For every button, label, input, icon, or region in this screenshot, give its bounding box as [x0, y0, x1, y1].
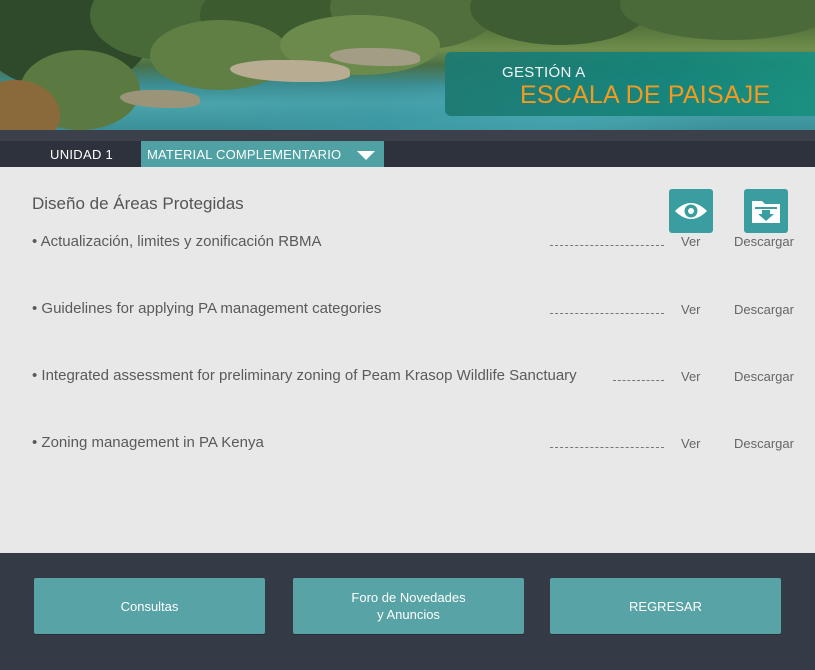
view-link[interactable]: Ver — [681, 436, 701, 451]
foro-button-label-line1: Foro de Novedades — [351, 590, 466, 605]
list-item-text: • Guidelines for applying PA management … — [32, 300, 382, 317]
leader-line — [550, 245, 664, 246]
tab-material-complementario[interactable]: MATERIAL COMPLEMENTARIO — [141, 141, 384, 167]
list-item-text: • Zoning management in PA Kenya — [32, 434, 264, 451]
download-link[interactable]: Descargar — [734, 234, 794, 249]
page-title-line2: ESCALA DE PAISAJE — [520, 81, 771, 109]
regresar-button[interactable]: REGRESAR — [550, 578, 781, 634]
tab-unidad-1[interactable]: UNIDAD 1 — [50, 147, 113, 162]
view-link[interactable]: Ver — [681, 369, 701, 384]
view-link[interactable]: Ver — [681, 302, 701, 317]
leader-line — [613, 380, 664, 381]
leader-line — [550, 313, 664, 314]
foro-button-label-line2: y Anuncios — [377, 607, 440, 622]
tab-bar-top-strip — [0, 130, 815, 141]
chevron-down-icon — [357, 151, 375, 160]
consultas-button[interactable]: Consultas — [34, 578, 265, 634]
download-link[interactable]: Descargar — [734, 302, 794, 317]
folder-download-icon[interactable] — [744, 189, 788, 233]
download-link[interactable]: Descargar — [734, 369, 794, 384]
regresar-button-label: REGRESAR — [629, 598, 702, 614]
foro-button-label: Foro de Novedades y Anuncios — [351, 589, 465, 623]
foro-novedades-button[interactable]: Foro de Novedades y Anuncios — [293, 578, 524, 634]
list-item-text: • Integrated assessment for preliminary … — [32, 367, 577, 384]
leader-line — [550, 447, 664, 448]
section-title: Diseño de Áreas Protegidas — [32, 194, 244, 213]
tab-material-label: MATERIAL COMPLEMENTARIO — [147, 147, 342, 162]
view-link[interactable]: Ver — [681, 234, 701, 249]
list-item-text: • Actualización, limites y zonificación … — [32, 233, 322, 250]
header-banner — [0, 0, 815, 130]
page-title-line1: GESTIÓN A — [502, 64, 586, 81]
consultas-button-label: Consultas — [120, 598, 179, 614]
download-link[interactable]: Descargar — [734, 436, 794, 451]
eye-icon[interactable] — [669, 189, 713, 233]
